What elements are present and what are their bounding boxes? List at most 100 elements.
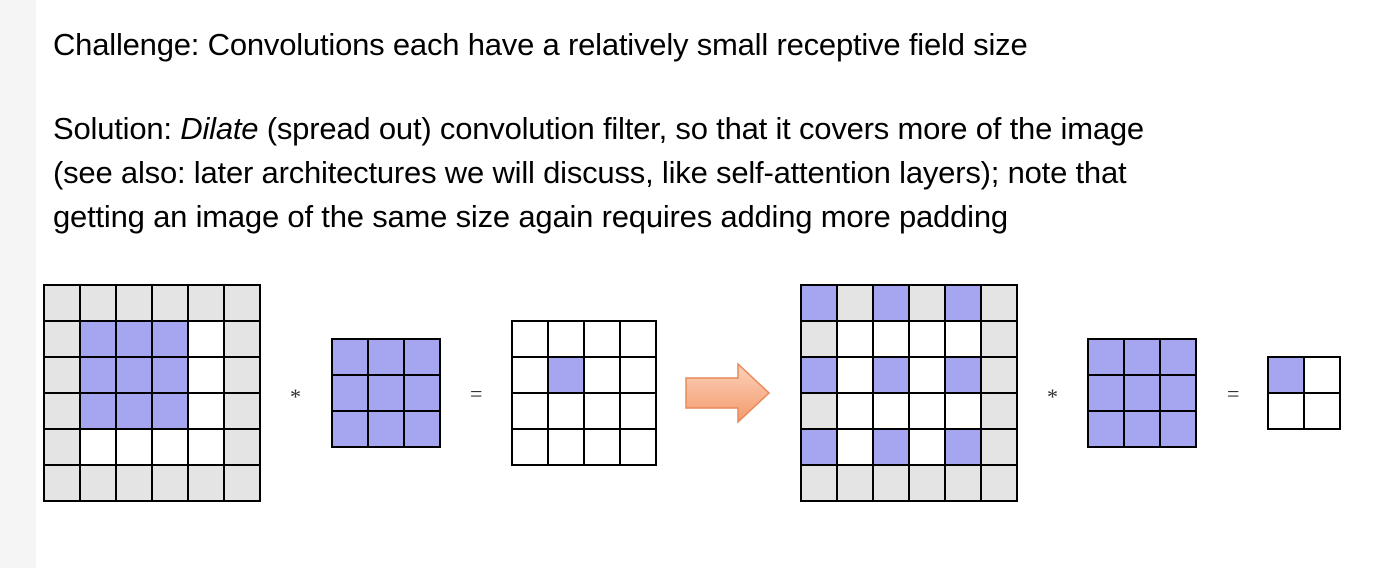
grid-cell (549, 430, 583, 464)
padding-cell (117, 286, 151, 320)
highlighted-cell (1161, 376, 1195, 410)
padding-cell (45, 358, 79, 392)
padding-cell (910, 466, 944, 500)
grid-cell (838, 394, 872, 428)
highlighted-cell (1089, 376, 1123, 410)
standard-kernel-grid (331, 338, 441, 448)
solution-lead: Solution: (53, 111, 181, 146)
highlighted-cell (369, 376, 403, 410)
grid-cell (585, 430, 619, 464)
padding-cell (225, 358, 259, 392)
highlighted-cell (369, 412, 403, 446)
dilated-output-grid (1267, 356, 1341, 430)
grid-cell (910, 358, 944, 392)
grid-cell (621, 394, 655, 428)
grid-cell (513, 358, 547, 392)
padding-cell (45, 430, 79, 464)
padding-cell (838, 286, 872, 320)
solution-emphasis: Dilate (180, 111, 259, 146)
padding-cell (45, 322, 79, 356)
padding-cell (225, 430, 259, 464)
highlighted-cell (405, 340, 439, 374)
highlighted-cell (802, 430, 836, 464)
padding-cell (802, 322, 836, 356)
dilated-kernel-grid (1087, 338, 1197, 448)
solution-line1-rest: (spread out) convolution filter, so that… (258, 111, 1144, 146)
grid-cell (946, 322, 980, 356)
grid-cell (189, 358, 223, 392)
highlighted-cell (874, 286, 908, 320)
grid-cell (189, 394, 223, 428)
grid-cell (189, 430, 223, 464)
highlighted-cell (1161, 340, 1195, 374)
grid-cell (621, 322, 655, 356)
grid-cell (621, 358, 655, 392)
grid-cell (585, 322, 619, 356)
highlighted-cell (153, 358, 187, 392)
padding-cell (910, 286, 944, 320)
grid-cell (910, 322, 944, 356)
highlighted-cell (81, 394, 115, 428)
grid-cell (621, 430, 655, 464)
grid-cell (838, 358, 872, 392)
padding-cell (45, 286, 79, 320)
challenge-text: Challenge: Convolutions each have a rela… (53, 27, 1028, 62)
solution-line2: (see also: later architectures we will d… (53, 155, 1127, 190)
padding-cell (946, 466, 980, 500)
padding-cell (45, 466, 79, 500)
padding-cell (81, 286, 115, 320)
padding-cell (982, 430, 1016, 464)
highlighted-cell (946, 286, 980, 320)
left-margin-strip (0, 0, 36, 568)
grid-cell (513, 430, 547, 464)
grid-cell (1305, 358, 1339, 392)
grid-cell (585, 394, 619, 428)
multiply-operator: * (290, 384, 301, 409)
highlighted-cell (117, 358, 151, 392)
solution-line3: getting an image of the same size again … (53, 199, 1008, 234)
highlighted-cell (802, 358, 836, 392)
highlighted-cell (1125, 376, 1159, 410)
padding-cell (982, 394, 1016, 428)
grid-cell (153, 430, 187, 464)
grid-cell (910, 394, 944, 428)
grid-cell (838, 430, 872, 464)
highlighted-cell (333, 412, 367, 446)
highlighted-cell (153, 394, 187, 428)
highlighted-cell (1089, 412, 1123, 446)
padding-cell (225, 286, 259, 320)
highlighted-cell (405, 376, 439, 410)
padding-cell (225, 394, 259, 428)
highlighted-cell (1089, 340, 1123, 374)
highlighted-cell (405, 412, 439, 446)
padding-cell (153, 466, 187, 500)
highlighted-cell (117, 322, 151, 356)
highlighted-cell (1125, 412, 1159, 446)
standard-output-grid (511, 320, 657, 466)
grid-cell (549, 322, 583, 356)
padding-cell (838, 466, 872, 500)
grid-cell (910, 430, 944, 464)
grid-cell (946, 394, 980, 428)
highlighted-cell (1269, 358, 1303, 392)
highlighted-cell (1161, 412, 1195, 446)
grid-cell (513, 394, 547, 428)
highlighted-cell (549, 358, 583, 392)
solution-text: Solution: Dilate (spread out) convolutio… (53, 107, 1144, 239)
right-arrow-icon (685, 362, 771, 424)
grid-cell (117, 430, 151, 464)
padding-cell (225, 322, 259, 356)
standard-input-grid (43, 284, 261, 502)
equals-operator: = (1227, 381, 1240, 406)
grid-cell (513, 322, 547, 356)
grid-cell (549, 394, 583, 428)
grid-cell (874, 322, 908, 356)
padding-cell (117, 466, 151, 500)
equals-operator: = (470, 381, 483, 406)
grid-cell (838, 322, 872, 356)
grid-cell (1269, 394, 1303, 428)
padding-cell (153, 286, 187, 320)
highlighted-cell (153, 322, 187, 356)
grid-cell (81, 430, 115, 464)
padding-cell (45, 394, 79, 428)
